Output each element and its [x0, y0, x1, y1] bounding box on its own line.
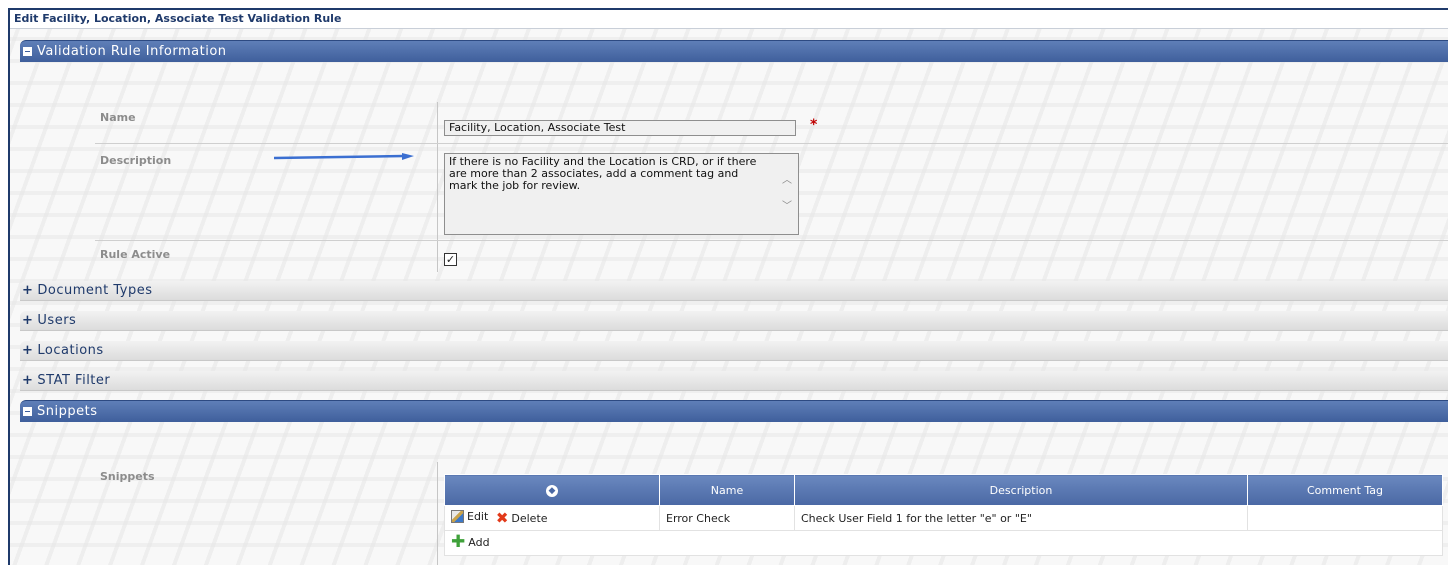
snippets-table: ◆ Name Description Comment Tag Edit ✖ Del… [444, 474, 1443, 556]
section-locations-label: Locations [37, 343, 104, 358]
section-users-label: Users [37, 313, 77, 328]
collapse-icon[interactable] [23, 407, 32, 416]
cell-comment-tag [1247, 505, 1443, 531]
description-textarea[interactable]: If there is no Facility and the Location… [444, 153, 799, 235]
edit-label: Edit [467, 510, 489, 523]
section-stat-filter-label: STAT Filter [37, 373, 111, 388]
section-validation-label: Validation Rule Information [37, 44, 227, 59]
delete-button[interactable]: ✖ Delete [495, 509, 548, 527]
section-document-types[interactable]: + Document Types [20, 281, 1448, 301]
collapse-icon[interactable] [23, 47, 32, 56]
expand-icon[interactable]: + [22, 373, 33, 388]
add-cell: ✚ Add [444, 530, 1443, 556]
scroll-down-icon[interactable]: ﹀ [782, 202, 792, 212]
description-label: Description [100, 154, 172, 167]
name-input[interactable] [444, 120, 796, 136]
required-marker: * [810, 117, 818, 133]
row-separator [95, 143, 1448, 144]
sort-column-header[interactable]: ◆ [444, 474, 660, 506]
delete-label: Delete [511, 512, 548, 525]
section-users[interactable]: + Users [20, 311, 1448, 331]
pointer-arrow-icon [274, 153, 414, 160]
edit-button[interactable]: Edit [451, 510, 488, 523]
section-snippets-label: Snippets [37, 404, 98, 419]
expand-icon[interactable]: + [22, 283, 33, 298]
description-text: If there is no Facility and the Location… [449, 155, 757, 192]
cell-description: Check User Field 1 for the letter "e" or… [794, 505, 1248, 531]
edit-icon [451, 510, 464, 523]
expand-icon[interactable]: + [22, 313, 33, 328]
row-actions: Edit ✖ Delete [444, 505, 660, 531]
edit-rule-window: Edit Facility, Location, Associate Test … [8, 8, 1448, 565]
snippets-divider [437, 462, 438, 565]
add-button[interactable]: ✚ Add [451, 532, 490, 552]
snippets-label: Snippets [100, 470, 155, 483]
rule-active-checkbox[interactable]: ✓ [444, 253, 457, 266]
add-label: Add [468, 536, 490, 549]
row-separator [95, 240, 1448, 241]
cell-name: Error Check [659, 505, 795, 531]
form-divider [437, 102, 438, 272]
column-header-comment-tag[interactable]: Comment Tag [1247, 474, 1443, 506]
section-locations[interactable]: + Locations [20, 341, 1448, 361]
table-row: Edit ✖ Delete Error Check Check User Fiel… [444, 505, 1443, 531]
column-header-description[interactable]: Description [794, 474, 1248, 506]
delete-icon: ✖ [495, 509, 509, 527]
section-validation-header[interactable]: Validation Rule Information [20, 40, 1448, 62]
section-stat-filter[interactable]: + STAT Filter [20, 371, 1448, 391]
column-header-name[interactable]: Name [659, 474, 795, 506]
sort-icon[interactable]: ◆ [546, 485, 558, 497]
window-title: Edit Facility, Location, Associate Test … [10, 10, 1448, 29]
section-snippets-header[interactable]: Snippets [20, 400, 1448, 422]
add-row: ✚ Add [444, 530, 1443, 556]
plus-icon: ✚ [451, 532, 466, 552]
snippets-header-row: ◆ Name Description Comment Tag [444, 474, 1443, 506]
scroll-up-icon[interactable]: ︿ [782, 176, 792, 186]
name-label: Name [100, 111, 136, 124]
rule-active-label: Rule Active [100, 248, 171, 261]
expand-icon[interactable]: + [22, 343, 33, 358]
section-document-types-label: Document Types [37, 283, 153, 298]
